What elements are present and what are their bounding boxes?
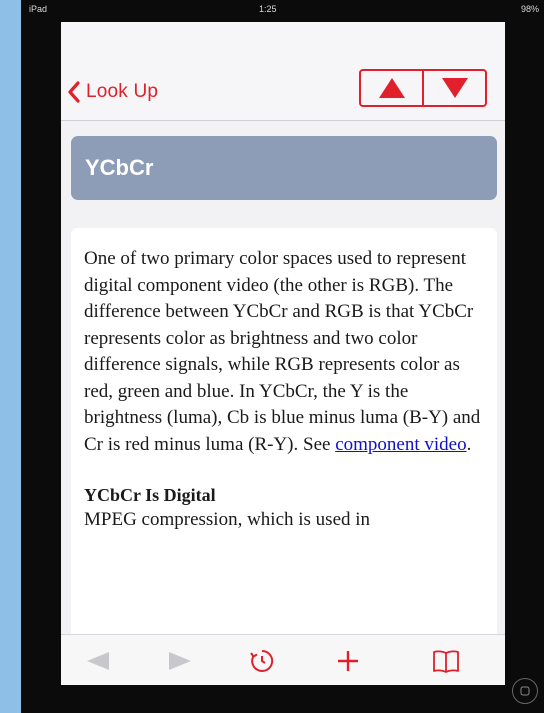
history-clock-icon (250, 649, 274, 672)
bookmarks-button[interactable] (421, 635, 471, 685)
entry-continued-text: MPEG compression, which is used in (84, 509, 371, 530)
triangle-down-icon (441, 78, 468, 98)
carrier-label: iPad (29, 4, 48, 14)
previous-next-segmented-control (359, 69, 487, 107)
back-arrow-icon (87, 651, 109, 670)
add-bookmark-button[interactable] (323, 635, 373, 685)
previous-entry-button[interactable] (361, 71, 422, 105)
entry-body-paragraph: One of two primary color spaces used to … (84, 246, 481, 458)
bottom-toolbar (61, 634, 505, 685)
battery-label: 98% (520, 4, 539, 14)
device-frame: iPad 1:25 98% Look Up YCbCr One of two p… (21, 0, 544, 713)
chevron-left-icon (68, 81, 80, 103)
entry-body-text: One of two primary color spaces used to … (84, 248, 481, 455)
bookmarks-book-icon (433, 649, 459, 673)
entry-subheading: YCbCr Is Digital (84, 485, 216, 505)
component-video-link[interactable]: component video (335, 434, 466, 455)
entry-article: One of two primary color spaces used to … (71, 228, 497, 638)
home-button-icon (520, 686, 530, 696)
clock-label: 1:25 (259, 4, 277, 14)
entry-body-end: . (466, 433, 472, 455)
forward-arrow-icon (169, 651, 191, 670)
entry-title-banner: YCbCr (71, 136, 497, 200)
triangle-up-icon (378, 78, 405, 98)
entry-title: YCbCr (85, 155, 154, 180)
back-button-label: Look Up (86, 81, 159, 102)
history-back-button[interactable] (73, 635, 123, 685)
status-bar: iPad 1:25 98% (21, 0, 544, 22)
home-button[interactable] (512, 678, 538, 704)
history-button[interactable] (237, 635, 287, 685)
next-entry-button[interactable] (422, 71, 485, 105)
look-up-back-button[interactable]: Look Up (67, 78, 158, 106)
navigation-bar: Look Up (61, 22, 505, 121)
add-plus-icon (338, 650, 358, 671)
app-screen: Look Up YCbCr One of two primary color s… (61, 22, 505, 685)
history-forward-button[interactable] (155, 635, 205, 685)
